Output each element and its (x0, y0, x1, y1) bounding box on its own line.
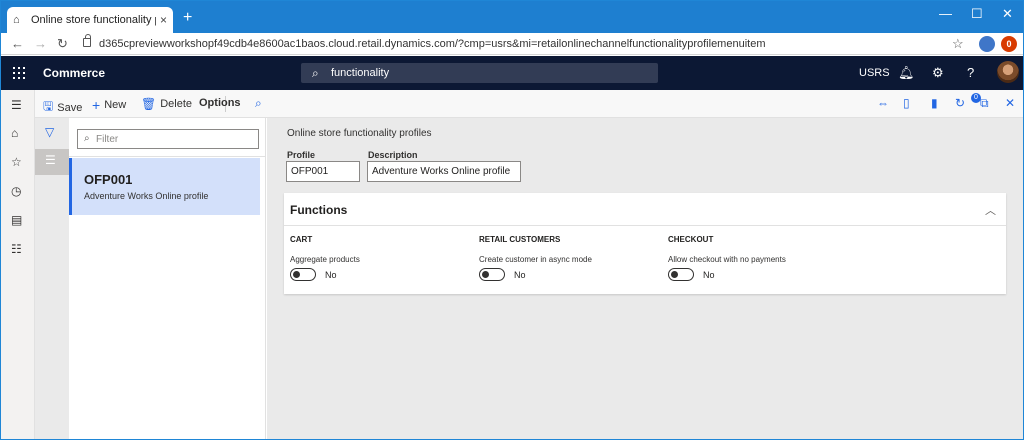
list-item[interactable]: OFP001 Adventure Works Online profile (69, 158, 260, 215)
lock-icon[interactable] (83, 34, 91, 47)
toggle-value: No (703, 269, 715, 280)
hamburger-menu-icon[interactable]: ☰ (11, 98, 22, 112)
link-icon[interactable]: ⇔ (877, 96, 889, 110)
app-top-bar: Commerce ⌕ functionality USRS 🔔︎ ⚙ ? (1, 56, 1023, 90)
functions-section: Functions ︿ CART Aggregate products No R… (284, 193, 1006, 294)
filter-search-icon: ⌕ (84, 133, 90, 144)
browser-tab-bar: ⌂ Online store functionality profile × +… (1, 1, 1023, 33)
home-icon[interactable]: ⌂ (11, 126, 18, 140)
plus-icon: + (92, 97, 101, 113)
profile-field[interactable]: OFP001 (286, 161, 360, 182)
filter-icon[interactable]: ▽ (45, 125, 54, 139)
toggle-value: No (514, 269, 526, 280)
list-item-description: Adventure Works Online profile (84, 191, 209, 201)
company-picker[interactable]: USRS (859, 67, 890, 79)
save-button[interactable]: 🖫︎ Save (43, 97, 82, 118)
workspaces-icon[interactable]: ▤ (11, 213, 22, 227)
forward-arrow-icon[interactable]: → (34, 36, 47, 51)
new-button[interactable]: + New (92, 97, 126, 113)
chevron-up-icon[interactable]: ︿ (985, 202, 996, 218)
browser-window: ⌂ Online store functionality profile × +… (0, 0, 1024, 440)
reload-icon[interactable]: ↻ (57, 36, 68, 52)
group-checkout: CHECKOUT Allow checkout with no payments… (668, 235, 786, 281)
action-pane: 🖫︎ Save + New 🗑︎ Delete Options ⌕ ⇔ ▯ ▮ … (35, 90, 1023, 118)
browser-tab[interactable]: ⌂ Online store functionality profile × (7, 7, 173, 33)
office-icon[interactable]: ▯ (903, 96, 910, 110)
toggle-value: No (325, 269, 337, 280)
aggregate-products-toggle[interactable] (290, 268, 316, 281)
open-new-window-icon[interactable]: ⧉ (980, 96, 989, 111)
action-search-icon[interactable]: ⌕ (255, 96, 262, 111)
options-button[interactable]: Options (199, 97, 241, 109)
recent-clock-icon[interactable]: ◷ (11, 184, 21, 198)
back-arrow-icon[interactable]: ← (11, 36, 24, 51)
group-title: CART (290, 235, 313, 244)
filter-input[interactable]: ⌕ Filter (77, 129, 259, 149)
group-title: CHECKOUT (668, 235, 714, 244)
group-cart: CART Aggregate products No (290, 235, 360, 281)
list-divider (69, 156, 266, 157)
save-icon: 🖫︎ (43, 99, 54, 113)
tab-title: Online store functionality profile (31, 14, 156, 26)
group-retail-customers: RETAIL CUSTOMERS Create customer in asyn… (479, 235, 592, 281)
new-tab-button[interactable]: + (183, 10, 192, 26)
minimize-button[interactable]: — (939, 6, 952, 21)
left-navigation: ☰ ⌂ ☆ ◷ ▤ ☷ (1, 90, 35, 439)
bell-icon[interactable]: 🔔︎ (898, 65, 915, 81)
maximize-button[interactable]: ☐ (971, 6, 983, 22)
group-title: RETAIL CUSTOMERS (479, 235, 561, 244)
section-divider (284, 225, 1006, 226)
list-item-id: OFP001 (84, 172, 133, 187)
profile-extension-icon[interactable] (979, 36, 995, 52)
page-caption: Online store functionality profiles (287, 128, 432, 139)
app-launcher-icon[interactable] (13, 67, 25, 79)
description-field[interactable]: Adventure Works Online profile (367, 161, 521, 182)
search-value: functionality (331, 67, 390, 79)
store-favicon-icon: ⌂ (13, 14, 20, 26)
address-bar: ← → ↻ d365cpreviewworkshopf49cdb4e8600ac… (1, 33, 1023, 55)
tab-close-icon[interactable]: × (160, 13, 167, 27)
list-pane: ⌕ Filter OFP001 Adventure Works Online p… (69, 118, 266, 439)
attachment-icon[interactable]: ▮ (931, 96, 938, 110)
search-input[interactable]: ⌕ functionality (301, 63, 658, 83)
list-lines-icon: ☰ (45, 153, 56, 167)
modules-list-icon[interactable]: ☷ (11, 242, 22, 256)
aggregate-products-label: Aggregate products (290, 255, 360, 264)
close-window-button[interactable]: ✕ (1002, 6, 1013, 22)
async-customer-label: Create customer in async mode (479, 255, 592, 264)
async-customer-toggle[interactable] (479, 268, 505, 281)
delete-button[interactable]: 🗑︎ Delete (141, 97, 192, 111)
refresh-icon[interactable]: ↻ (955, 96, 965, 110)
gear-icon[interactable]: ⚙ (932, 65, 944, 81)
avatar[interactable] (997, 61, 1019, 83)
url-field[interactable]: d365cpreviewworkshopf49cdb4e8600ac1baos.… (99, 38, 765, 50)
filter-placeholder: Filter (96, 134, 119, 145)
trash-icon: 🗑︎ (141, 97, 157, 111)
checkout-no-payments-toggle[interactable] (668, 268, 694, 281)
description-label: Description (368, 150, 418, 160)
favorites-star-icon[interactable]: ☆ (11, 155, 22, 169)
functions-header[interactable]: Functions (290, 203, 347, 217)
app-name[interactable]: Commerce (43, 66, 105, 80)
extension-badge-icon[interactable]: 0 (1001, 36, 1017, 52)
profile-label: Profile (287, 150, 316, 160)
search-icon: ⌕ (312, 66, 319, 80)
checkout-no-payments-label: Allow checkout with no payments (668, 255, 786, 264)
help-icon[interactable]: ? (967, 65, 974, 80)
close-page-icon[interactable]: ✕ (1005, 96, 1015, 110)
bookmark-star-icon[interactable]: ☆ (952, 36, 964, 52)
